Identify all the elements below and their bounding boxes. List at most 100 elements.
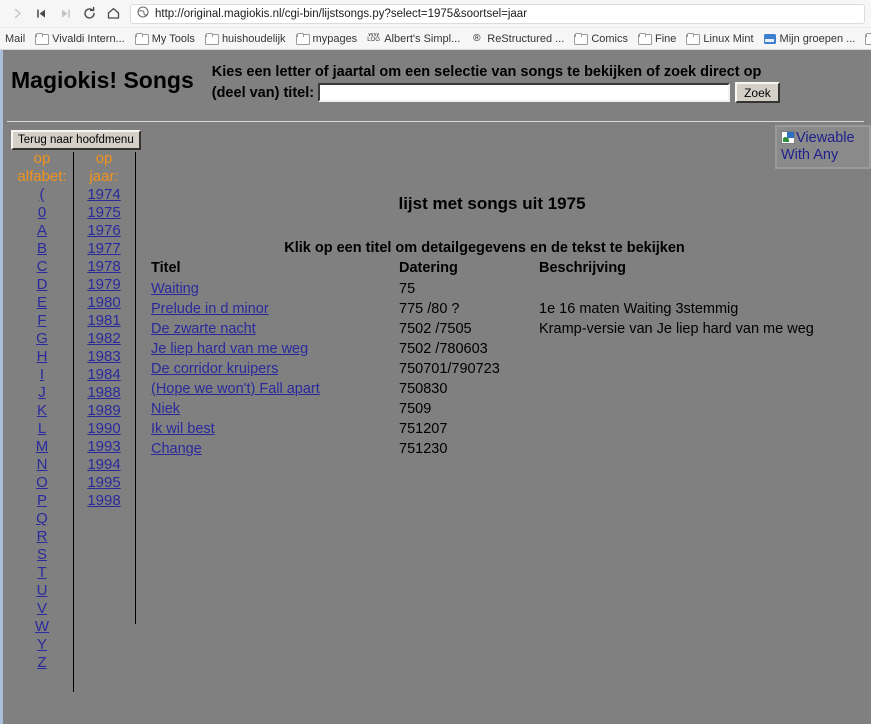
first-page-button[interactable] [30,3,52,25]
year-link-1976[interactable]: 1976 [87,222,120,239]
cell-date: 751207 [399,421,448,437]
alphabet-link-0[interactable]: 0 [38,204,46,221]
year-link-1978[interactable]: 1978 [87,258,120,275]
bookmark-alberts-simple[interactable]: WWLOGO Albert's Simpl... [362,32,465,46]
year-link-1983[interactable]: 1983 [87,348,120,365]
alphabet-link-n[interactable]: N [37,456,48,473]
bookmark-mijn-groepen[interactable]: Mijn groepen ... [759,32,861,46]
alphabet-link-d[interactable]: D [37,276,48,293]
alphabet-link-h[interactable]: H [37,348,48,365]
year-link-1981[interactable]: 1981 [87,312,120,329]
site-info-icon[interactable] [137,5,149,23]
list-item: 1990 [73,420,135,438]
year-link-1989[interactable]: 1989 [87,402,120,419]
bookmark-mail[interactable]: Mail [0,32,30,46]
list-item: 1975 [73,204,135,222]
back-to-main-menu-button[interactable]: Terug naar hoofdmenu [11,130,141,150]
year-link-1993[interactable]: 1993 [87,438,120,455]
search-row: (deel van) titel: Zoek [212,82,863,103]
year-link-1984[interactable]: 1984 [87,366,120,383]
year-link-1982[interactable]: 1982 [87,330,120,347]
song-title-link[interactable]: Ik wil best [151,421,215,437]
address-bar[interactable]: http://original.magiokis.nl/cgi-bin/lijs… [130,3,865,24]
bookmark-python[interactable]: Python [860,32,871,46]
alphabet-link-j[interactable]: J [38,384,46,401]
year-link-1975[interactable]: 1975 [87,204,120,221]
table-row: Je liep hard van me weg 7502 /780603 [151,339,863,359]
song-title-link[interactable]: (Hope we won't) Fall apart [151,381,320,397]
reload-button[interactable] [78,3,100,25]
alphabet-link-k[interactable]: K [37,402,47,419]
alphabet-link-r[interactable]: R [37,528,48,545]
bookmark-vivaldi-internal[interactable]: Vivaldi Intern... [30,32,130,46]
alphabet-link-t[interactable]: T [37,564,46,581]
song-title-link[interactable]: Prelude in d minor [151,301,269,317]
list-item: G [11,330,73,348]
song-title-link[interactable]: De corridor kruipers [151,361,278,377]
alphabet-link-o[interactable]: O [36,474,48,491]
folder-icon [35,32,50,45]
alphabet-link-w[interactable]: W [35,618,49,635]
bookmark-label: Albert's Simpl... [384,32,461,45]
list-item: 1974 [73,186,135,204]
alphabet-link-z[interactable]: Z [37,654,46,671]
year-column-divider [135,152,136,624]
cell-title: (Hope we won't) Fall apart [151,379,399,399]
year-link-1995[interactable]: 1995 [87,474,120,491]
forward-button[interactable] [6,3,28,25]
cell-title: De zwarte nacht [151,319,399,339]
year-link-1980[interactable]: 1980 [87,294,120,311]
year-link-1994[interactable]: 1994 [87,456,120,473]
year-heading-line1: op [95,150,113,167]
bookmark-huishoudelijk[interactable]: huishoudelijk [200,32,291,46]
alphabet-link-u[interactable]: U [37,582,48,599]
alphabet-link-y[interactable]: Y [37,636,47,653]
year-link-1977[interactable]: 1977 [87,240,120,257]
list-item: P [11,492,73,510]
alphabet-link-g[interactable]: G [36,330,48,347]
alphabet-link-m[interactable]: M [36,438,49,455]
alphabet-link-p[interactable]: P [37,492,47,509]
list-item: C [11,258,73,276]
bookmark-fine[interactable]: Fine [633,32,681,46]
song-title-link[interactable]: De zwarte nacht [151,321,256,337]
alphabet-link-f[interactable]: F [37,312,46,329]
song-title-link[interactable]: Change [151,441,202,457]
year-link-1998[interactable]: 1998 [87,492,120,509]
search-submit-button[interactable]: Zoek [735,82,780,103]
year-link-1990[interactable]: 1990 [87,420,120,437]
table-row: Ik wil best 751207 [151,419,863,439]
list-item: L [11,420,73,438]
year-nav-list: 1974 1975 1976 1977 1978 1979 1980 1981 … [73,186,135,510]
alphabet-link-c[interactable]: C [37,258,48,275]
home-button[interactable] [102,3,124,25]
alphabet-link-b[interactable]: B [37,240,47,257]
alphabet-link-e[interactable]: E [37,294,47,311]
year-link-1974[interactable]: 1974 [87,186,120,203]
year-link-1979[interactable]: 1979 [87,276,120,293]
alphabet-link-i[interactable]: I [40,366,44,383]
table-row: Prelude in d minor 775 /80 ? 1e 16 maten… [151,299,863,319]
bookmark-linux-mint[interactable]: Linux Mint [681,32,758,46]
alphabet-link-s[interactable]: S [37,546,47,563]
bookmark-comics[interactable]: Comics [569,32,633,46]
alphabet-link-q[interactable]: Q [36,510,48,527]
last-page-button[interactable] [54,3,76,25]
alphabet-link-paren[interactable]: ( [40,186,45,203]
song-title-link[interactable]: Je liep hard van me weg [151,341,308,357]
bookmark-mypages[interactable]: mypages [291,32,363,46]
year-heading-line2: jaar: [89,168,119,185]
search-input[interactable] [318,83,731,102]
song-title-link[interactable]: Waiting [151,281,199,297]
cell-date: 751230 [399,441,448,457]
alphabet-link-v[interactable]: V [37,600,47,617]
cell-title: De corridor kruipers [151,359,399,379]
bookmark-restructured[interactable]: ® ReStructured ... [465,32,569,46]
bookmark-my-tools[interactable]: My Tools [130,32,200,46]
song-title-link[interactable]: Niek [151,401,180,417]
alphabet-link-a[interactable]: A [37,222,47,239]
list-item: F [11,312,73,330]
year-link-1988[interactable]: 1988 [87,384,120,401]
blue-tile-icon [763,33,776,44]
alphabet-link-l[interactable]: L [38,420,46,437]
